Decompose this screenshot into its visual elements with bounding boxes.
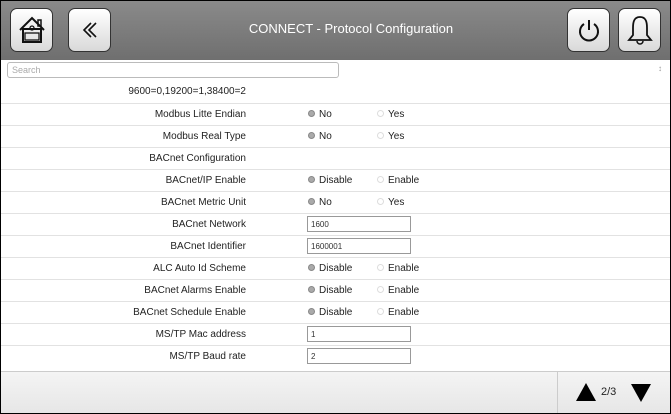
home-button[interactable] — [10, 8, 53, 52]
radio-option[interactable]: Disable — [308, 175, 352, 186]
radio-label: No — [319, 109, 332, 120]
radio-icon — [308, 198, 315, 205]
parameter-label: BACnet/IP Enable — [165, 175, 246, 186]
radio-label: No — [319, 197, 332, 208]
radio-label: Yes — [388, 109, 405, 120]
home-icon — [18, 16, 45, 43]
footer-divider — [557, 372, 558, 413]
radio-icon — [377, 198, 384, 205]
parameter-row: MS/TP Mac address 1 — [1, 323, 670, 345]
radio-icon — [377, 132, 384, 139]
radio-option[interactable]: Disable — [308, 285, 352, 296]
app-frame: CONNECT - Protocol Configuration Search … — [0, 0, 671, 414]
radio-icon — [308, 264, 315, 271]
radio-icon — [308, 132, 315, 139]
value-field[interactable]: 2 — [307, 348, 411, 364]
radio-label: Disable — [319, 307, 353, 318]
parameter-label: BACnet Network — [172, 219, 246, 230]
page-indicator: 2/3 — [601, 386, 617, 398]
parameter-row: BACnet Identifier 1600001 — [1, 235, 670, 257]
radio-option[interactable]: No — [308, 131, 332, 142]
radio-option[interactable]: Yes — [377, 131, 404, 142]
parameter-label: BACnet Alarms Enable — [144, 285, 246, 296]
radio-icon — [377, 286, 384, 293]
parameter-label: BACnet Schedule Enable — [133, 307, 246, 318]
parameter-row: ALC Auto Id Scheme Disable Enable — [1, 257, 670, 279]
power-icon — [578, 20, 599, 42]
radio-option[interactable]: Disable — [308, 307, 352, 318]
parameter-label: ALC Auto Id Scheme — [153, 263, 246, 274]
value-field[interactable]: 1600 — [307, 216, 411, 232]
radio-icon — [377, 110, 384, 117]
header-bar: CONNECT - Protocol Configuration — [1, 1, 670, 60]
radio-option[interactable]: Enable — [377, 285, 419, 296]
radio-label: Enable — [388, 175, 420, 186]
page-up-button[interactable] — [576, 383, 596, 401]
parameter-row: Modbus Litte Endian No Yes — [1, 103, 670, 125]
radio-option[interactable]: Enable — [377, 175, 419, 186]
radio-option[interactable]: Yes — [377, 197, 404, 208]
baud-note-row: 9600=0,19200=1,38400=2 — [1, 81, 670, 103]
alarm-button[interactable] — [618, 8, 661, 52]
chevron-left-icon — [82, 22, 97, 38]
radio-label: Yes — [388, 197, 405, 208]
footer-bar: 2/3 — [1, 371, 670, 413]
radio-label: Disable — [319, 175, 353, 186]
radio-label: Enable — [388, 307, 420, 318]
parameter-row: BACnet Metric Unit No Yes — [1, 191, 670, 213]
parameter-row: BACnet Alarms Enable Disable Enable — [1, 279, 670, 301]
radio-option[interactable]: Enable — [377, 307, 419, 318]
radio-icon — [377, 176, 384, 183]
parameter-row: MS/TP Baud rate 2 — [1, 345, 670, 367]
radio-label: No — [319, 131, 332, 142]
radio-label: Yes — [388, 131, 405, 142]
radio-option[interactable]: Yes — [377, 109, 404, 120]
search-input[interactable]: Search — [7, 62, 339, 78]
radio-label: Disable — [319, 263, 353, 274]
back-button[interactable] — [68, 8, 111, 52]
radio-label: Disable — [319, 285, 353, 296]
parameter-row: BACnet/IP Enable Disable Enable — [1, 169, 670, 191]
radio-icon — [377, 264, 384, 271]
parameter-row: Modbus Real Type No Yes — [1, 125, 670, 147]
radio-icon — [308, 286, 315, 293]
parameter-label: BACnet Configuration — [149, 153, 246, 164]
page-down-button[interactable] — [631, 384, 651, 402]
radio-label: Enable — [388, 285, 420, 296]
parameter-label: Modbus Real Type — [162, 131, 246, 142]
parameter-row: BACnet Configuration — [1, 147, 670, 169]
parameter-label: MS/TP Baud rate — [169, 351, 246, 362]
value-field[interactable]: 1600001 — [307, 238, 411, 254]
radio-icon — [377, 308, 384, 315]
baud-note: 9600=0,19200=1,38400=2 — [128, 86, 246, 97]
sort-icon[interactable]: ↕ — [658, 64, 662, 73]
radio-label: Enable — [388, 263, 420, 274]
parameter-label: BACnet Identifier — [170, 241, 246, 252]
radio-option[interactable]: Disable — [308, 263, 352, 274]
radio-option[interactable]: Enable — [377, 263, 419, 274]
power-button[interactable] — [567, 8, 610, 52]
radio-option[interactable]: No — [308, 109, 332, 120]
bell-icon — [626, 16, 653, 45]
parameter-label: Modbus Litte Endian — [154, 109, 246, 120]
page-title: CONNECT - Protocol Configuration — [248, 21, 454, 36]
parameter-row: BACnet Network 1600 — [1, 213, 670, 235]
value-field[interactable]: 1 — [307, 326, 411, 342]
radio-icon — [308, 308, 315, 315]
parameter-label: BACnet Metric Unit — [160, 197, 246, 208]
parameter-label: MS/TP Mac address — [155, 329, 246, 340]
parameter-row: BACnet Schedule Enable Disable Enable — [1, 301, 670, 323]
radio-icon — [308, 176, 315, 183]
radio-option[interactable]: No — [308, 197, 332, 208]
radio-icon — [308, 110, 315, 117]
